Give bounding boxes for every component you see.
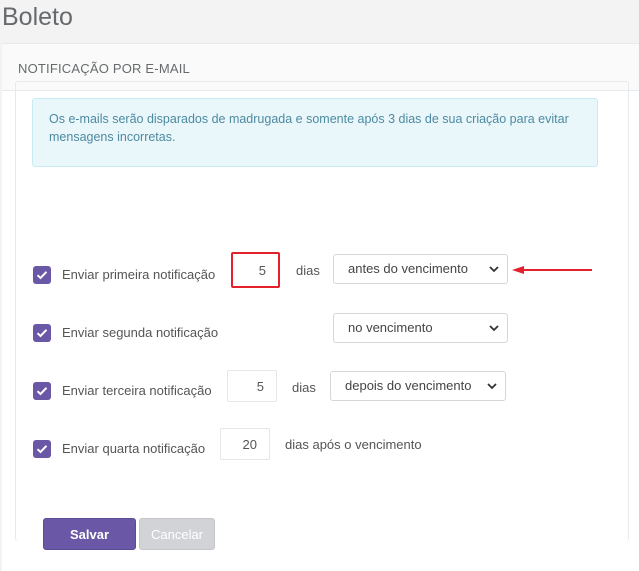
third-notification-label: Enviar terceira notificação	[62, 383, 212, 398]
save-button[interactable]: Salvar	[43, 518, 136, 550]
second-notification-when-select[interactable]: no vencimento	[333, 313, 508, 343]
red-arrow-left-icon	[512, 266, 592, 274]
cancel-button[interactable]: Cancelar	[139, 518, 215, 550]
first-notification-when-select[interactable]: antes do vencimento	[333, 254, 508, 284]
chevron-down-icon	[487, 383, 497, 390]
check-icon	[36, 387, 48, 396]
fourth-notification-checkbox[interactable]	[33, 440, 51, 458]
second-notification-when-value: no vencimento	[348, 320, 433, 335]
third-notification-unit: dias	[292, 380, 316, 395]
chevron-down-icon	[489, 266, 499, 273]
chevron-down-icon	[489, 325, 499, 332]
third-notification-when-select[interactable]: depois do vencimento	[330, 371, 506, 401]
second-notification-label: Enviar segunda notificação	[62, 325, 219, 340]
first-notification-unit: dias	[296, 263, 320, 278]
first-notification-days-input[interactable]	[231, 252, 280, 288]
third-notification-when-value: depois do vencimento	[345, 378, 472, 393]
third-notification-checkbox[interactable]	[33, 382, 51, 400]
notification-row-2: Enviar segunda notificação	[16, 315, 606, 349]
check-icon	[36, 445, 48, 454]
third-notification-days-input[interactable]	[227, 370, 277, 402]
check-icon	[36, 329, 48, 338]
fourth-notification-label: Enviar quarta notificação	[62, 441, 206, 456]
info-alert: Os e-mails serão disparados de madrugada…	[32, 98, 598, 167]
first-notification-when-value: antes do vencimento	[348, 261, 468, 276]
fourth-notification-days-input[interactable]	[220, 428, 270, 460]
first-notification-checkbox[interactable]	[33, 266, 51, 284]
fourth-notification-unit: dias após o vencimento	[285, 437, 422, 452]
check-icon	[36, 271, 48, 280]
page-title: Boleto	[2, 3, 73, 31]
second-notification-checkbox[interactable]	[33, 324, 51, 342]
first-notification-label: Enviar primeira notificação	[62, 267, 216, 282]
form-box: Os e-mails serão disparados de madrugada…	[15, 81, 629, 541]
